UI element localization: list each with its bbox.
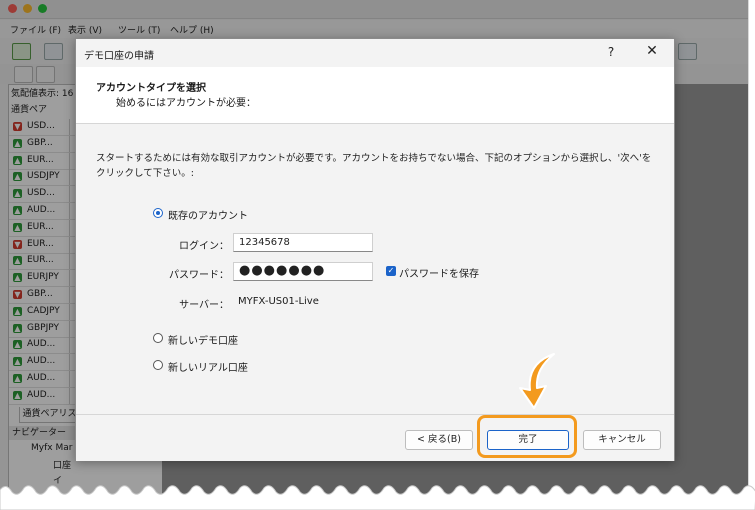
radio-existing-account[interactable] [153,208,163,218]
finish-highlight-ring [477,415,577,458]
description-line-2: クリックして下さい。: [96,168,194,179]
screenshot-frame: ファイル (F) 表示 (V) ツール (T) ヘルプ (H) 気配値表示: 1… [0,0,755,510]
server-label: サーバー： [179,300,229,311]
password-input[interactable]: ●●●●●●● [233,262,373,281]
radio-new-real-account[interactable] [153,360,163,370]
pointer-arrow-icon [519,353,555,409]
dialog-title: デモ口座の申請 [84,51,154,62]
dialog-heading: アカウントタイプを選択 [96,83,206,94]
radio-new-demo-account-label: 新しいデモ口座 [168,336,238,347]
cancel-button[interactable]: キャンセル [583,430,661,450]
server-value[interactable]: MYFX-US01-Live [238,296,319,307]
help-icon[interactable]: ? [604,45,618,59]
radio-new-demo-account[interactable] [153,333,163,343]
save-password-checkbox[interactable]: ✓ [386,266,396,276]
dialog-header: アカウントタイプを選択 始めるにはアカウントが必要： [76,67,674,124]
dialog-subheading: 始めるにはアカウントが必要： [116,98,256,109]
dialog-title-bar: デモ口座の申請 ? ✕ [76,39,674,67]
description-line-1: スタートするためには有効な取引アカウントが必要です。アカウントをお持ちでない場合… [96,153,652,164]
radio-new-real-account-label: 新しいリアル口座 [168,363,248,374]
dialog-footer: < 戻る(B) 完了 キャンセル [76,414,674,461]
password-label: パスワード： [169,270,229,281]
close-icon[interactable]: ✕ [644,43,660,59]
login-label: ログイン： [179,241,229,252]
demo-account-dialog: デモ口座の申請 ? ✕ アカウントタイプを選択 始めるにはアカウントが必要： ス… [75,38,675,461]
torn-paper-edge [0,485,755,510]
dialog-body: スタートするためには有効な取引アカウントが必要です。アカウントをお持ちでない場合… [76,124,674,414]
login-input[interactable]: 12345678 [233,233,373,252]
back-button[interactable]: < 戻る(B) [405,430,473,450]
save-password-label: パスワードを保存 [399,269,479,280]
radio-existing-account-label: 既存のアカウント [168,211,248,222]
